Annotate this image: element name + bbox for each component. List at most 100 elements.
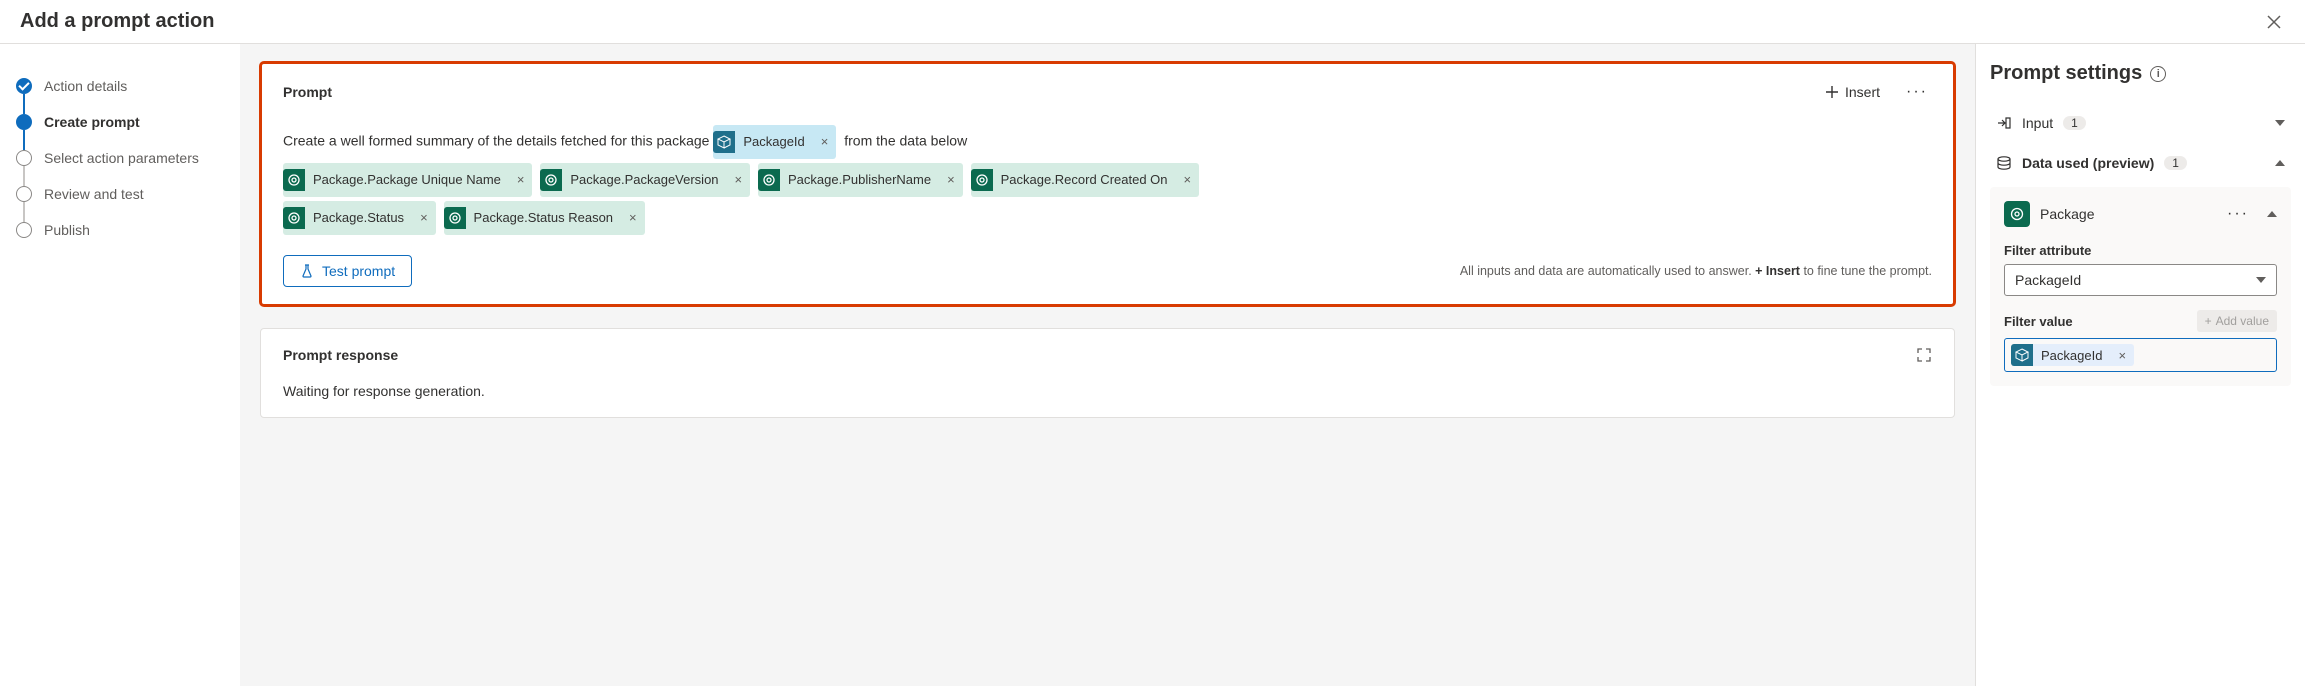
token-package-version[interactable]: Package.PackageVersion × [540,163,750,197]
step-pending-icon [16,186,32,202]
cube-icon [2011,344,2033,366]
spiral-icon [283,207,305,229]
info-icon[interactable]: i [2150,66,2166,82]
dialog-header: Add a prompt action [0,0,2305,44]
step-create-prompt[interactable]: Create prompt [16,104,223,140]
insert-label: Insert [1845,84,1880,100]
data-used-section-body: Package ··· Filter attribute PackageId F… [1990,187,2291,386]
chip-label: PackageId [2033,346,2110,365]
input-section-header[interactable]: Input 1 [1990,103,2291,143]
insert-button[interactable]: Insert [1825,84,1880,100]
input-count-badge: 1 [2063,116,2086,130]
database-icon [1996,155,2012,171]
token-remove[interactable]: × [813,127,837,157]
spiral-icon [540,169,562,191]
prompt-card: Prompt Insert ··· Create a well formed s… [260,62,1955,306]
step-label: Review and test [44,186,144,202]
filter-value-chip[interactable]: PackageId × [2011,344,2134,366]
prompt-editor[interactable]: Create a well formed summary of the deta… [283,123,1932,237]
token-label: Package.Status [305,201,412,235]
data-used-section-header[interactable]: Data used (preview) 1 [1990,143,2291,183]
response-body: Waiting for response generation. [283,383,1932,399]
test-prompt-label: Test prompt [322,263,395,279]
add-value-button[interactable]: + Add value [2197,310,2277,332]
step-label: Publish [44,222,90,238]
token-remove[interactable]: × [412,203,436,233]
token-status-reason[interactable]: Package.Status Reason × [444,201,645,235]
token-package-unique-name[interactable]: Package.Package Unique Name × [283,163,532,197]
step-review-and-test[interactable]: Review and test [16,176,223,212]
package-name: Package [2040,206,2094,222]
package-icon [2004,201,2030,227]
input-section-label: Input [2022,115,2053,131]
step-label: Action details [44,78,127,94]
chevron-down-icon [2275,120,2285,126]
spiral-icon [971,169,993,191]
filter-attribute-select[interactable]: PackageId [2004,264,2277,296]
chevron-up-icon [2267,211,2277,217]
plus-icon: + [2205,314,2212,328]
close-button[interactable] [2263,11,2285,33]
plus-icon [1825,85,1839,99]
package-more-button[interactable]: ··· [2223,203,2253,225]
token-remove[interactable]: × [727,165,751,195]
token-status[interactable]: Package.Status × [283,201,436,235]
data-used-section-label: Data used (preview) [2022,155,2154,171]
prompt-response-card: Prompt response Waiting for response gen… [260,328,1955,418]
token-remove[interactable]: × [509,165,533,195]
add-value-label: Add value [2216,314,2269,328]
chip-remove[interactable]: × [2110,348,2134,363]
token-label: Package.Status Reason [466,201,621,235]
filter-value-input[interactable]: PackageId × [2004,338,2277,372]
filter-value-label: Filter value [2004,314,2073,329]
token-remove[interactable]: × [621,203,645,233]
prompt-card-title: Prompt [283,84,332,100]
more-icon: ··· [2227,205,2249,222]
expand-button[interactable] [1916,347,1932,363]
token-record-created-on[interactable]: Package.Record Created On × [971,163,1200,197]
data-used-count-badge: 1 [2164,156,2187,170]
more-icon: ··· [1906,83,1928,100]
prompt-settings-panel: Prompt settings i Input 1 Data used (pre… [1975,44,2305,686]
token-label: Package.PackageVersion [562,163,726,197]
token-packageid[interactable]: PackageId × [713,125,836,159]
token-label: Package.PublisherName [780,163,939,197]
input-icon [1996,115,2012,131]
step-pending-icon [16,222,32,238]
close-icon [2267,15,2281,29]
spiral-icon [444,207,466,229]
token-label: Package.Record Created On [993,163,1176,197]
spiral-icon [283,169,305,191]
prompt-text: from the data below [844,133,967,149]
panel-title: Prompt settings i [1990,62,2291,85]
step-active-icon [16,114,32,130]
step-pending-icon [16,150,32,166]
token-publisher-name[interactable]: Package.PublisherName × [758,163,963,197]
cube-icon [713,131,735,153]
token-label: PackageId [735,125,812,159]
chevron-up-icon [2275,160,2285,166]
chevron-down-icon [2256,277,2266,283]
step-action-details[interactable]: Action details [16,68,223,104]
test-prompt-button[interactable]: Test prompt [283,255,412,287]
step-select-action-parameters[interactable]: Select action parameters [16,140,223,176]
token-remove[interactable]: × [1176,165,1200,195]
step-check-icon [16,78,32,94]
token-label: Package.Package Unique Name [305,163,509,197]
wizard-steps: Action details Create prompt Select acti… [0,44,240,686]
token-remove[interactable]: × [939,165,963,195]
main-area: Prompt Insert ··· Create a well formed s… [240,44,1975,686]
step-label: Select action parameters [44,150,199,166]
prompt-text: Create a well formed summary of the deta… [283,133,709,149]
step-publish[interactable]: Publish [16,212,223,248]
dialog-title: Add a prompt action [20,10,214,33]
fullscreen-icon [1916,347,1932,363]
more-button[interactable]: ··· [1902,81,1932,103]
beaker-icon [300,264,314,278]
prompt-hint: All inputs and data are automatically us… [1460,264,1932,278]
filter-attribute-label: Filter attribute [2004,243,2277,258]
step-label: Create prompt [44,114,140,130]
spiral-icon [758,169,780,191]
response-card-title: Prompt response [283,347,398,363]
filter-attribute-value: PackageId [2015,272,2081,288]
